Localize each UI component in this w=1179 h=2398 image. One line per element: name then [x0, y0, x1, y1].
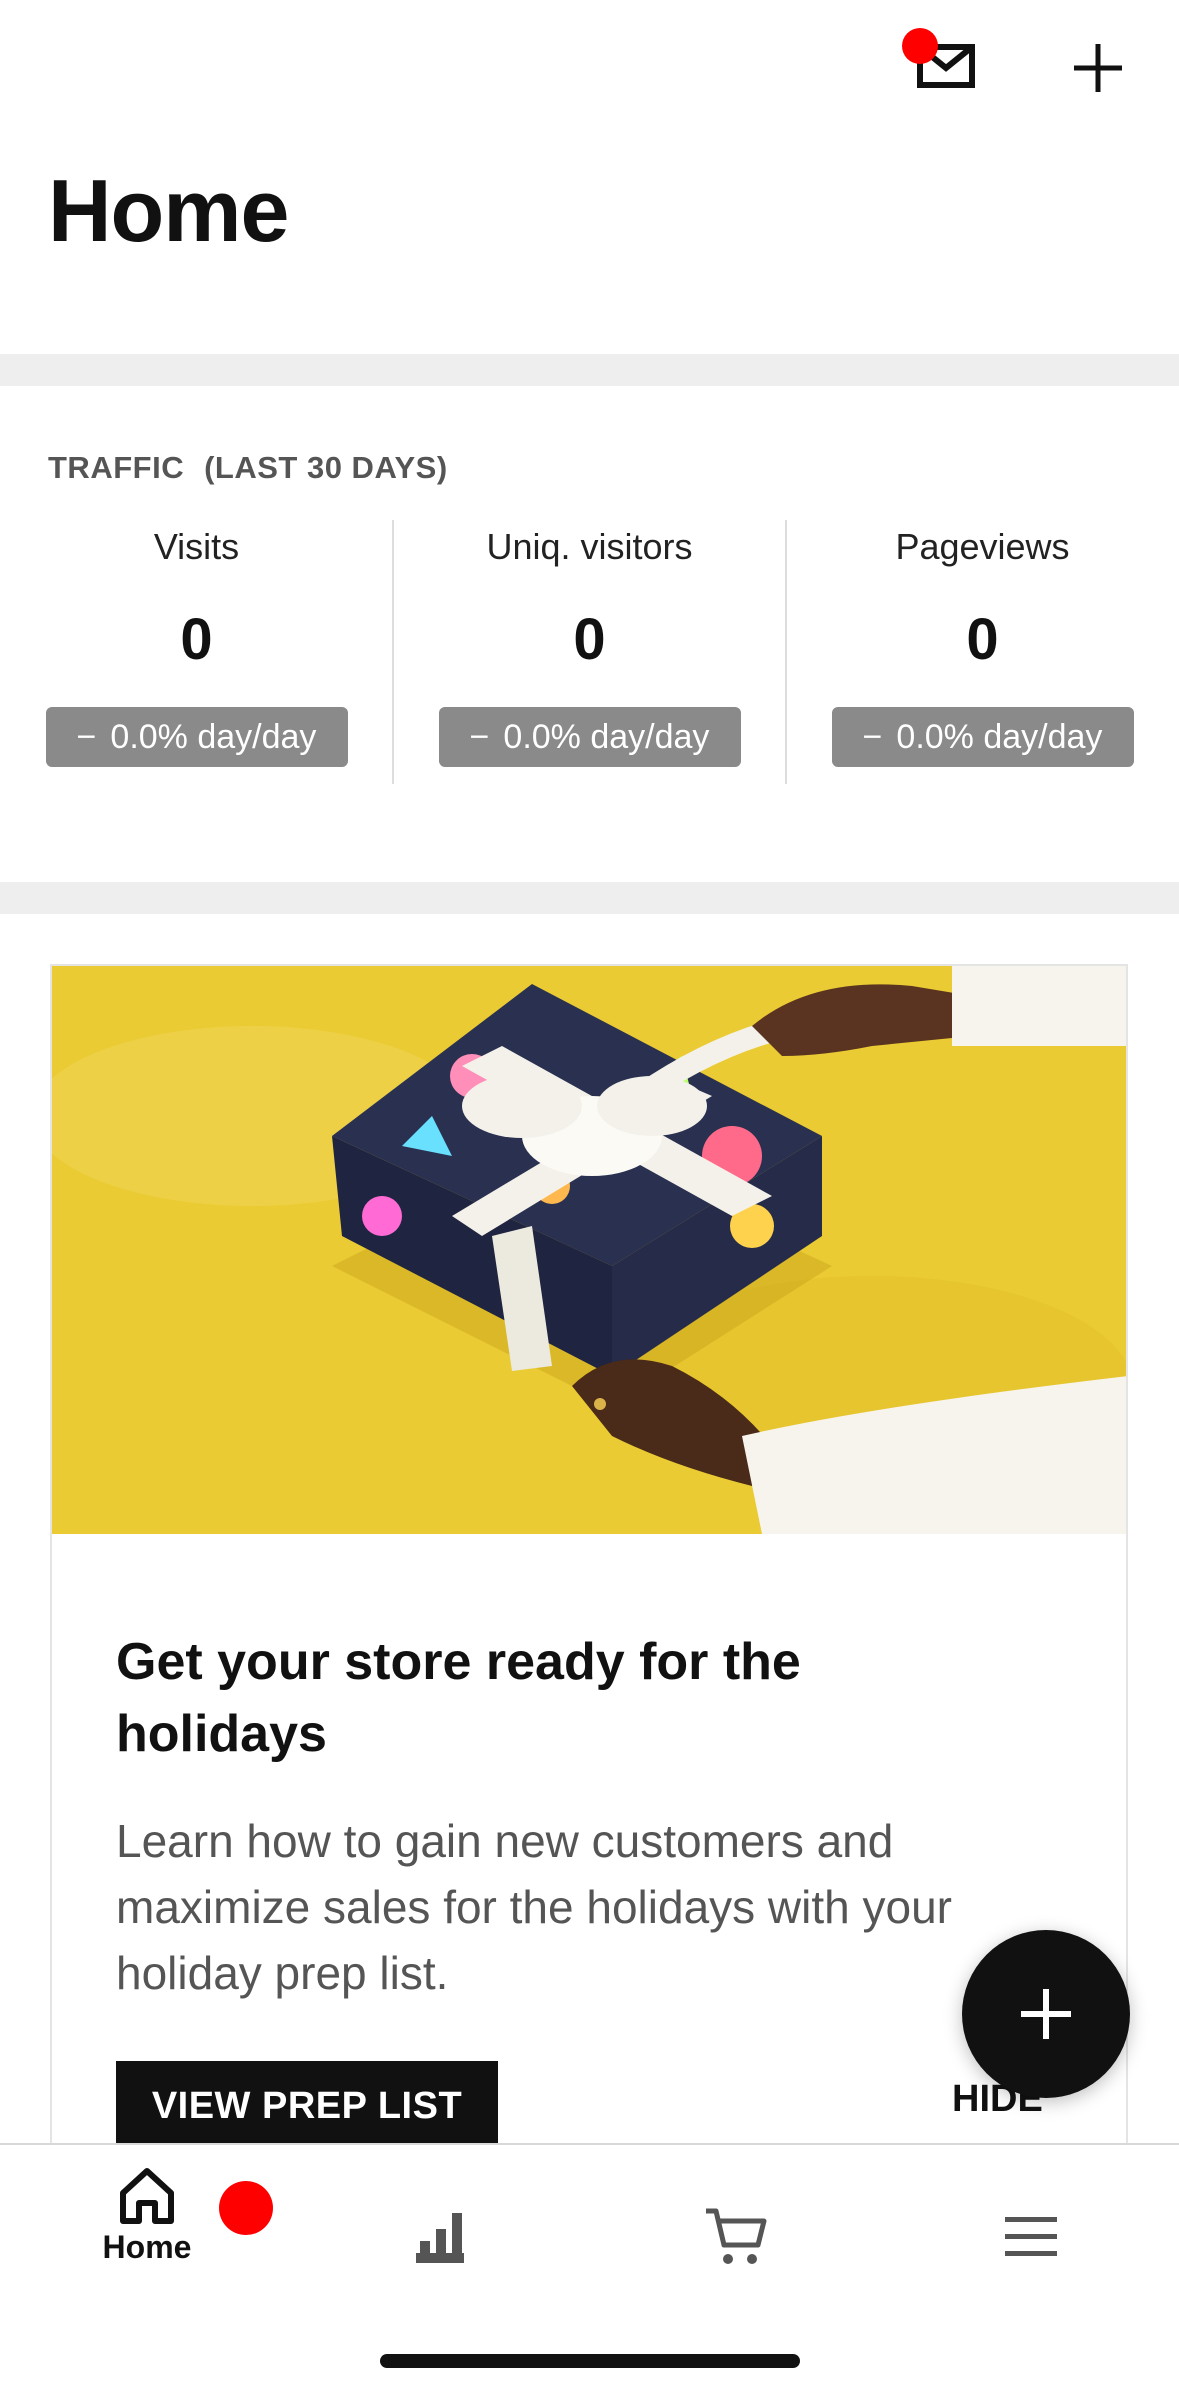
tab-home[interactable]: Home	[57, 2165, 273, 2285]
traffic-heading: TRAFFIC (LAST 30 DAYS)	[48, 450, 448, 486]
view-prep-list-button[interactable]: VIEW PREP LIST	[116, 2061, 498, 2151]
stat-change: 0.0% day/day	[110, 717, 317, 756]
minus-icon: −	[862, 717, 883, 756]
section-divider	[0, 882, 1179, 914]
traffic-period: (LAST 30 DAYS)	[204, 450, 448, 485]
tab-label: Home	[102, 2229, 192, 2265]
menu-icon	[1005, 2217, 1057, 2256]
stat-unique-visitors[interactable]: Uniq. visitors 0 −0.0% day/day	[393, 520, 786, 784]
stat-change-badge: −0.0% day/day	[45, 707, 348, 767]
stat-pageviews[interactable]: Pageviews 0 −0.0% day/day	[786, 520, 1179, 784]
stat-value: 0	[573, 607, 606, 672]
minus-icon: −	[469, 717, 490, 756]
plus-icon	[1021, 1989, 1071, 2039]
stat-change: 0.0% day/day	[896, 717, 1103, 756]
floating-add-button[interactable]	[962, 1930, 1130, 2098]
gift-illustration	[52, 966, 1126, 1534]
section-divider	[0, 354, 1179, 386]
notification-badge	[219, 2181, 273, 2235]
home-indicator	[380, 2354, 800, 2368]
home-icon	[120, 2168, 174, 2224]
stats-icon	[416, 2213, 464, 2263]
tab-orders[interactable]	[646, 2165, 826, 2285]
cart-icon	[706, 2208, 767, 2264]
stat-name: Uniq. visitors	[486, 526, 693, 567]
minus-icon: −	[76, 717, 97, 756]
stat-visits[interactable]: Visits 0 −0.0% day/day	[0, 520, 393, 784]
promo-title: Get your store ready for the holidays	[116, 1633, 801, 1763]
stat-name: Visits	[153, 526, 240, 567]
tab-menu[interactable]	[941, 2165, 1121, 2285]
stat-value: 0	[180, 607, 213, 672]
promo-image	[52, 966, 1126, 1534]
add-button[interactable]	[1058, 28, 1138, 108]
stat-name: Pageviews	[895, 526, 1070, 567]
traffic-label: TRAFFIC	[48, 450, 185, 485]
stat-change-badge: −0.0% day/day	[438, 707, 741, 767]
page-title: Home	[48, 161, 289, 260]
promo-body: Learn how to gain new customers and maxi…	[116, 1815, 952, 1999]
stat-change: 0.0% day/day	[503, 717, 710, 756]
stat-value: 0	[966, 607, 999, 672]
tab-stats[interactable]	[352, 2165, 532, 2285]
stat-change-badge: −0.0% day/day	[831, 707, 1134, 767]
plus-icon	[1074, 44, 1122, 92]
notification-badge	[902, 28, 938, 64]
